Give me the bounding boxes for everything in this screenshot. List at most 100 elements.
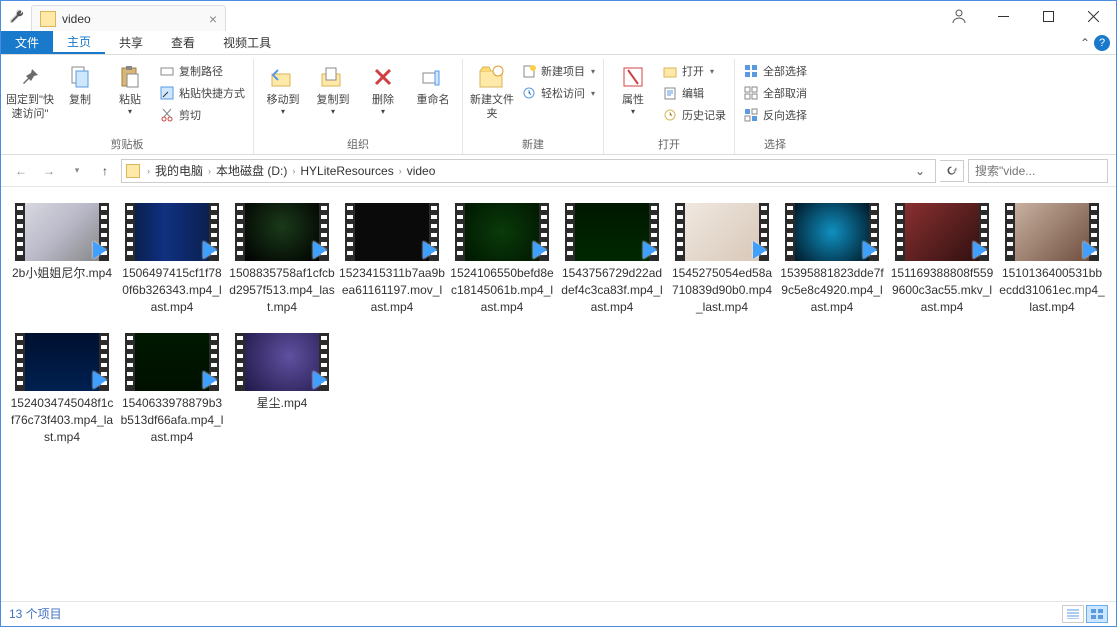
file-item[interactable]: 1524034745048f1cf76c73f403.mp4_last.mp4 [7, 333, 117, 445]
view-icons-button[interactable] [1086, 605, 1108, 623]
video-thumbnail [675, 203, 769, 261]
new-item-button[interactable]: 新建项目 [517, 61, 599, 81]
edit-button[interactable]: 编辑 [658, 83, 730, 103]
breadcrumb-item[interactable]: video [407, 164, 436, 178]
video-thumbnail [125, 333, 219, 391]
play-overlay-icon [643, 241, 657, 259]
play-overlay-icon [203, 371, 217, 389]
play-overlay-icon [1083, 241, 1097, 259]
play-overlay-icon [93, 371, 107, 389]
file-item[interactable]: 1524106550befd8ec18145061b.mp4_last.mp4 [447, 203, 557, 315]
copy-to-button[interactable]: 复制到▾ [308, 59, 358, 118]
delete-icon [369, 63, 397, 91]
easy-access-button[interactable]: 轻松访问 [517, 83, 599, 103]
nav-history-dropdown[interactable]: ▾ [65, 159, 89, 183]
breadcrumb-item[interactable]: 本地磁盘 (D:) [216, 162, 287, 179]
chevron-right-icon[interactable]: › [203, 166, 216, 176]
rename-button[interactable]: 重命名 [408, 59, 458, 107]
shortcut-icon [159, 85, 175, 101]
tab-view[interactable]: 查看 [157, 31, 209, 54]
nav-back-button[interactable]: ← [9, 159, 33, 183]
play-overlay-icon [863, 241, 877, 259]
tab-share[interactable]: 共享 [105, 31, 157, 54]
file-content-area[interactable]: 2b小姐姐尼尔.mp4 1506497415cf1f780f6b326343.m… [1, 187, 1116, 601]
organize-group-label: 组织 [347, 136, 369, 154]
clipboard-group-label: 剪贴板 [111, 136, 144, 154]
copy-button[interactable]: 复制 [55, 59, 105, 107]
file-grid: 2b小姐姐尼尔.mp4 1506497415cf1f780f6b326343.m… [7, 203, 1110, 464]
chevron-down-icon[interactable]: ⌄ [909, 164, 931, 178]
file-item[interactable]: 1543756729d22addef4c3ca83f.mp4_last.mp4 [557, 203, 667, 315]
nav-forward-button[interactable]: → [37, 159, 61, 183]
file-name: 1543756729d22addef4c3ca83f.mp4_last.mp4 [557, 265, 667, 315]
chevron-right-icon[interactable]: › [287, 166, 300, 176]
file-item[interactable]: 星尘.mp4 [227, 333, 337, 445]
select-none-button[interactable]: 全部取消 [739, 83, 811, 103]
video-thumbnail [15, 203, 109, 261]
file-item[interactable]: 15395881823dde7f9c5e8c4920.mp4_last.mp4 [777, 203, 887, 315]
chevron-right-icon[interactable]: › [394, 166, 407, 176]
video-thumbnail [235, 333, 329, 391]
pin-quickaccess-button[interactable]: 固定到"快速访问" [5, 59, 55, 122]
delete-button[interactable]: 删除▾ [358, 59, 408, 118]
new-folder-button[interactable]: 新建文件夹 [467, 59, 517, 122]
file-item[interactable]: 1508835758af1cfcbd2957f513.mp4_last.mp4 [227, 203, 337, 315]
breadcrumb[interactable]: › 我的电脑 › 本地磁盘 (D:) › HYLiteResources › v… [121, 159, 936, 183]
file-item[interactable]: 1510136400531bbecdd31061ec.mp4_last.mp4 [997, 203, 1107, 315]
history-button[interactable]: 历史记录 [658, 105, 730, 125]
file-name: 1540633978879b3b513df66afa.mp4_last.mp4 [117, 395, 227, 445]
breadcrumb-item[interactable]: HYLiteResources [300, 164, 393, 178]
play-overlay-icon [973, 241, 987, 259]
ribbon-collapse-icon[interactable]: ⌃ [1080, 36, 1090, 50]
file-item[interactable]: 1523415311b7aa9bea61161197.mov_last.mp4 [337, 203, 447, 315]
open-button[interactable]: 打开 [658, 61, 730, 81]
file-name: 星尘.mp4 [255, 395, 310, 412]
move-icon [269, 63, 297, 91]
minimize-button[interactable] [981, 1, 1026, 31]
copy-path-button[interactable]: 复制路径 [155, 61, 249, 81]
select-all-button[interactable]: 全部选择 [739, 61, 811, 81]
move-to-button[interactable]: 移动到▾ [258, 59, 308, 118]
file-item[interactable]: 1506497415cf1f780f6b326343.mp4_last.mp4 [117, 203, 227, 315]
file-item[interactable]: 151169388808f5599600c3ac55.mkv_last.mp4 [887, 203, 997, 315]
file-name: 1506497415cf1f780f6b326343.mp4_last.mp4 [117, 265, 227, 315]
refresh-button[interactable] [940, 160, 964, 182]
user-icon[interactable] [936, 1, 981, 31]
paste-shortcut-button[interactable]: 粘贴快捷方式 [155, 83, 249, 103]
view-details-button[interactable] [1062, 605, 1084, 623]
navbar: ← → ▾ ↑ › 我的电脑 › 本地磁盘 (D:) › HYLiteResou… [1, 155, 1116, 187]
properties-button[interactable]: 属性▾ [608, 59, 658, 118]
customize-icon[interactable] [1, 9, 31, 23]
file-item[interactable]: 1540633978879b3b513df66afa.mp4_last.mp4 [117, 333, 227, 445]
nav-up-button[interactable]: ↑ [93, 159, 117, 183]
file-item[interactable]: 1545275054ed58a710839d90b0.mp4_last.mp4 [667, 203, 777, 315]
paste-icon [116, 63, 144, 91]
close-button[interactable] [1071, 1, 1116, 31]
paste-button[interactable]: 粘贴 ▾ [105, 59, 155, 118]
tab-video-tools[interactable]: 视频工具 [209, 31, 285, 54]
browser-tab[interactable]: video × [31, 5, 226, 31]
file-item[interactable]: 2b小姐姐尼尔.mp4 [7, 203, 117, 315]
properties-icon [619, 63, 647, 91]
copy-icon [66, 63, 94, 91]
select-group-label: 选择 [764, 136, 786, 154]
maximize-button[interactable] [1026, 1, 1071, 31]
breadcrumb-item[interactable]: 我的电脑 [155, 162, 203, 179]
video-thumbnail [455, 203, 549, 261]
history-icon [662, 107, 678, 123]
cut-button[interactable]: 剪切 [155, 105, 249, 125]
video-thumbnail [15, 333, 109, 391]
search-box[interactable] [968, 159, 1108, 183]
close-tab-icon[interactable]: × [209, 11, 217, 27]
open-icon [662, 63, 678, 79]
search-input[interactable] [975, 164, 1117, 178]
file-name: 1524034745048f1cf76c73f403.mp4_last.mp4 [7, 395, 117, 445]
tab-file[interactable]: 文件 [1, 31, 53, 54]
video-thumbnail [895, 203, 989, 261]
file-name: 1523415311b7aa9bea61161197.mov_last.mp4 [337, 265, 447, 315]
invert-selection-button[interactable]: 反向选择 [739, 105, 811, 125]
item-count: 13 个项目 [9, 605, 62, 622]
help-icon[interactable]: ? [1094, 35, 1110, 51]
chevron-right-icon[interactable]: › [142, 166, 155, 176]
tab-home[interactable]: 主页 [53, 31, 105, 54]
